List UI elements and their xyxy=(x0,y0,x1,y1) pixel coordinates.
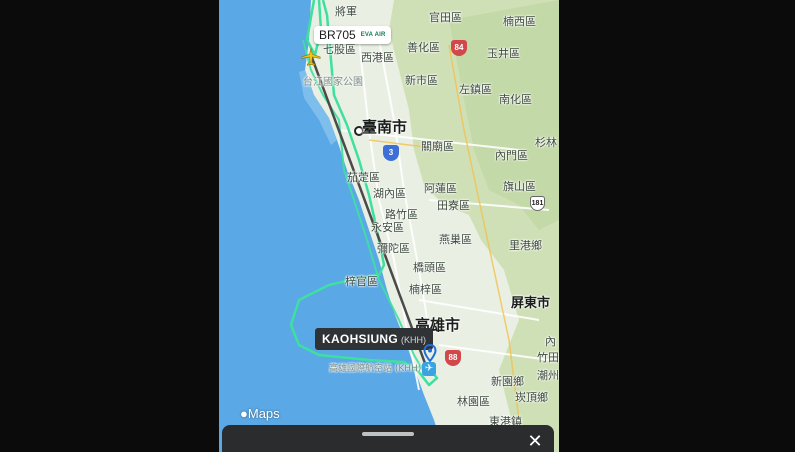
label-shanlin: 杉林 xyxy=(535,136,557,149)
label-linyuan: 林園區 xyxy=(457,395,490,408)
maps-label: Maps xyxy=(247,406,280,421)
label-luzhu: 路竹區 xyxy=(385,208,418,221)
label-guantian: 官田區 xyxy=(429,11,462,24)
label-tianliao: 田寮區 xyxy=(437,199,470,212)
close-icon[interactable]: ✕ xyxy=(527,433,543,451)
label-hunei: 湖內區 xyxy=(373,187,406,200)
bottom-sheet[interactable]: ✕ xyxy=(222,425,554,452)
label-taijiang-park: 台江國家公園 xyxy=(303,77,363,88)
highway-shield-181: 181 xyxy=(530,196,545,211)
label-alian: 阿蓮區 xyxy=(424,182,457,195)
label-zuozhen: 左鎮區 xyxy=(459,83,492,96)
label-qieding: 茄萣區 xyxy=(347,171,380,184)
label-mituo: 彌陀區 xyxy=(377,242,410,255)
label-chaozhou: 潮州 xyxy=(537,369,559,382)
label-nanhua: 南化區 xyxy=(499,93,532,106)
airport-name: KAOHSIUNG xyxy=(322,332,399,346)
highway-shield-88: 88 xyxy=(445,350,461,366)
location-pin-icon[interactable] xyxy=(423,344,437,362)
label-yongan: 永安區 xyxy=(371,221,404,234)
label-xinshi: 新市區 xyxy=(405,74,438,87)
label-kanding: 崁頂鄉 xyxy=(515,391,548,404)
label-airport-cn: 高雄國際航空站 (KHH) xyxy=(329,364,422,374)
label-qiaotou: 橋頭區 xyxy=(413,261,446,274)
sheet-grabber[interactable] xyxy=(362,432,414,436)
airport-tag[interactable]: KAOHSIUNG (KHH) xyxy=(315,328,434,350)
airline-logo: EVA AIR xyxy=(360,32,386,38)
apple-icon: ● xyxy=(240,406,248,421)
label-guanmiao: 關廟區 xyxy=(421,140,454,153)
label-qigu: 七股區 xyxy=(323,43,356,56)
label-xinyuan: 新園鄉 xyxy=(491,375,524,388)
highway-shield-3: 3 xyxy=(383,145,399,161)
label-yanchao: 燕巢區 xyxy=(439,233,472,246)
label-pingtung: 屏東市 xyxy=(511,296,551,311)
label-xigang: 西港區 xyxy=(361,51,394,64)
map-view[interactable]: BR705 EVA AIR 將軍 官田區 楠西區 七股區 善化區 玉井區 西港區… xyxy=(219,0,559,452)
label-tainan: 臺南市 xyxy=(362,118,408,136)
label-shanhua: 善化區 xyxy=(407,41,440,54)
airport-icon[interactable]: ✈ xyxy=(422,362,436,376)
highway-shield-84: 84 xyxy=(451,40,467,56)
maps-brand: ●Maps xyxy=(240,406,280,421)
label-nanxi: 楠西區 xyxy=(503,15,536,28)
flight-number: BR705 xyxy=(319,28,356,42)
label-ligang: 里港鄉 xyxy=(509,239,542,252)
screenshot-frame: BR705 EVA AIR 將軍 官田區 楠西區 七股區 善化區 玉井區 西港區… xyxy=(0,0,795,452)
label-jiangjun: 將軍 xyxy=(335,5,357,18)
label-qishan: 旗山區 xyxy=(503,180,536,193)
label-nei: 內 xyxy=(545,335,556,348)
label-nanzi: 楠梓區 xyxy=(409,283,442,296)
label-ziguan: 梓官區 xyxy=(345,275,378,288)
label-zhutian: 竹田 xyxy=(537,351,559,364)
label-yujing: 玉井區 xyxy=(487,47,520,60)
flight-tag[interactable]: BR705 EVA AIR xyxy=(314,26,391,44)
airplane-icon[interactable] xyxy=(300,46,322,68)
label-neimen: 內門區 xyxy=(495,149,528,162)
